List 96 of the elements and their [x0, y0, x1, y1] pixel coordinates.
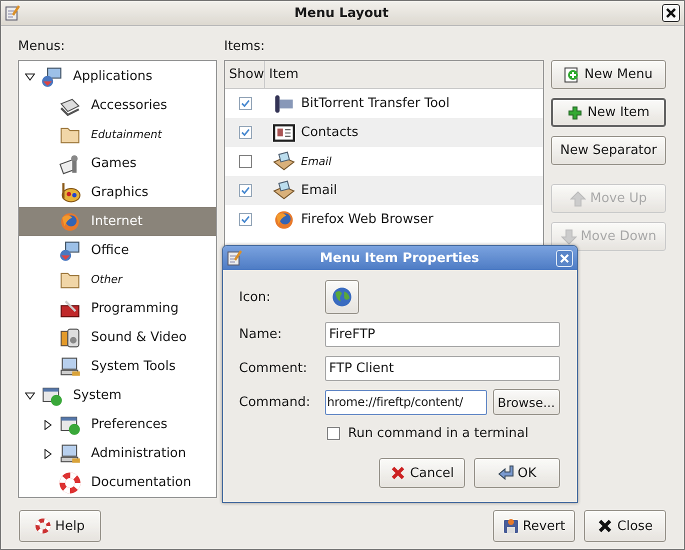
- expander-icon[interactable]: [43, 448, 53, 458]
- checkbox[interactable]: [238, 155, 252, 168]
- tree-item[interactable]: Applications: [19, 62, 216, 91]
- dialog-title: Menu Item Properties: [318, 250, 480, 266]
- new-item-button[interactable]: New Item: [551, 98, 666, 127]
- tree-item[interactable]: Edutainment: [19, 120, 216, 149]
- new-menu-button[interactable]: New Menu: [551, 60, 666, 89]
- field-label: Icon:: [239, 290, 272, 304]
- notepad-icon: [5, 5, 21, 21]
- checkbox[interactable]: [238, 126, 252, 139]
- column-header[interactable]: Show: [225, 61, 265, 88]
- globe-icon: [59, 210, 81, 232]
- expander-icon[interactable]: [25, 72, 35, 82]
- down-arrow-icon: [560, 228, 577, 244]
- tree-item[interactable]: Games: [19, 149, 216, 178]
- tree-item[interactable]: System: [19, 381, 216, 410]
- menu-name: Applications: [73, 69, 152, 84]
- monitor-icon: [59, 442, 81, 464]
- help-button[interactable]: Help: [19, 510, 101, 542]
- field-label: Command:: [239, 394, 312, 410]
- menu-name: System: [73, 388, 122, 403]
- expander-icon[interactable]: [25, 390, 35, 400]
- plus-icon: [567, 104, 584, 120]
- contact-card-icon: [273, 122, 295, 144]
- computer-icon: [41, 66, 63, 88]
- palette-icon: [59, 182, 81, 204]
- floppy-icon: [502, 518, 519, 534]
- column-header[interactable]: Item: [265, 61, 543, 88]
- speaker-icon: [59, 326, 81, 348]
- tree-item[interactable]: Preferences: [19, 410, 216, 439]
- lifebuoy-icon: [35, 518, 52, 534]
- lifebuoy-icon: [59, 472, 81, 494]
- envelope-icon: [273, 150, 295, 172]
- menu-name: Preferences: [91, 417, 168, 432]
- tree-item[interactable]: Graphics: [19, 178, 216, 207]
- menu-name: Other: [91, 273, 122, 286]
- menu-name: Programming: [91, 301, 179, 316]
- menu-name: Internet: [91, 214, 143, 229]
- new-menu-icon: [564, 66, 580, 82]
- input-field[interactable]: FTP Client: [325, 356, 560, 380]
- up-arrow-icon: [570, 190, 586, 206]
- item-name: Firefox Web Browser: [301, 212, 434, 227]
- browse-button[interactable]: Browse...: [492, 389, 560, 415]
- tree-item[interactable]: Documentation: [19, 468, 216, 497]
- tree-item[interactable]: System Tools: [19, 352, 216, 381]
- ok-button[interactable]: OK: [474, 458, 560, 488]
- envelope-icon: [273, 180, 295, 202]
- close-button[interactable]: [662, 4, 680, 22]
- menu-name: Administration: [91, 446, 186, 461]
- icon-button[interactable]: [325, 280, 359, 314]
- input-field[interactable]: hrome://fireftp/content/: [325, 390, 487, 414]
- menu-name: System Tools: [91, 359, 176, 374]
- close-icon: [666, 8, 676, 18]
- tree-item[interactable]: Sound & Video: [19, 323, 216, 352]
- menu-name: Documentation: [91, 475, 192, 490]
- close-button[interactable]: Close: [584, 510, 666, 542]
- input-field[interactable]: FireFTP: [325, 322, 560, 346]
- close-icon: [390, 465, 406, 481]
- menu-name: Graphics: [91, 185, 148, 200]
- menu-name: Games: [91, 156, 136, 171]
- checkbox[interactable]: [238, 184, 252, 197]
- item-name: Contacts: [301, 125, 358, 140]
- close-icon: [560, 254, 569, 262]
- item-name: Email: [301, 183, 338, 198]
- field-label: Name:: [239, 326, 283, 342]
- globe-icon: [331, 286, 353, 308]
- window-title: Menu Layout: [293, 6, 390, 20]
- item-name: BitTorrent Transfer Tool: [301, 96, 450, 111]
- checkbox[interactable]: [238, 213, 252, 226]
- items-label: Items:: [224, 38, 266, 56]
- computer-icon: [59, 240, 81, 262]
- tree-item[interactable]: Internet: [19, 207, 216, 236]
- checkbox[interactable]: [327, 426, 340, 440]
- notepad-icon: [227, 250, 243, 266]
- tree-item[interactable]: Administration: [19, 439, 216, 468]
- menu-name: Office: [91, 243, 129, 258]
- checkbox[interactable]: [238, 97, 252, 110]
- tree-item[interactable]: Other: [19, 265, 216, 294]
- menu-name: Accessories: [91, 98, 168, 113]
- enter-arrow-icon: [498, 465, 514, 481]
- menu-name: Edutainment: [91, 128, 162, 141]
- revert-button[interactable]: Revert: [493, 510, 575, 542]
- field-label: Comment:: [239, 360, 308, 376]
- checkbox-label: Run command in a terminal: [348, 426, 528, 440]
- monitor-icon: [59, 356, 81, 378]
- tree-item[interactable]: Programming: [19, 294, 216, 323]
- globe-icon: [273, 208, 295, 230]
- item-name: Email: [301, 155, 332, 168]
- menu-name: Sound & Video: [91, 330, 187, 345]
- cancel-button[interactable]: Cancel: [379, 458, 465, 488]
- separator-button[interactable]: New Separator: [551, 136, 666, 165]
- menus-label: Menus:: [18, 38, 66, 56]
- tree-item[interactable]: Office: [19, 236, 216, 265]
- tree-item[interactable]: Accessories: [19, 91, 216, 120]
- expander-icon[interactable]: [43, 420, 53, 430]
- close-icon: [597, 518, 614, 534]
